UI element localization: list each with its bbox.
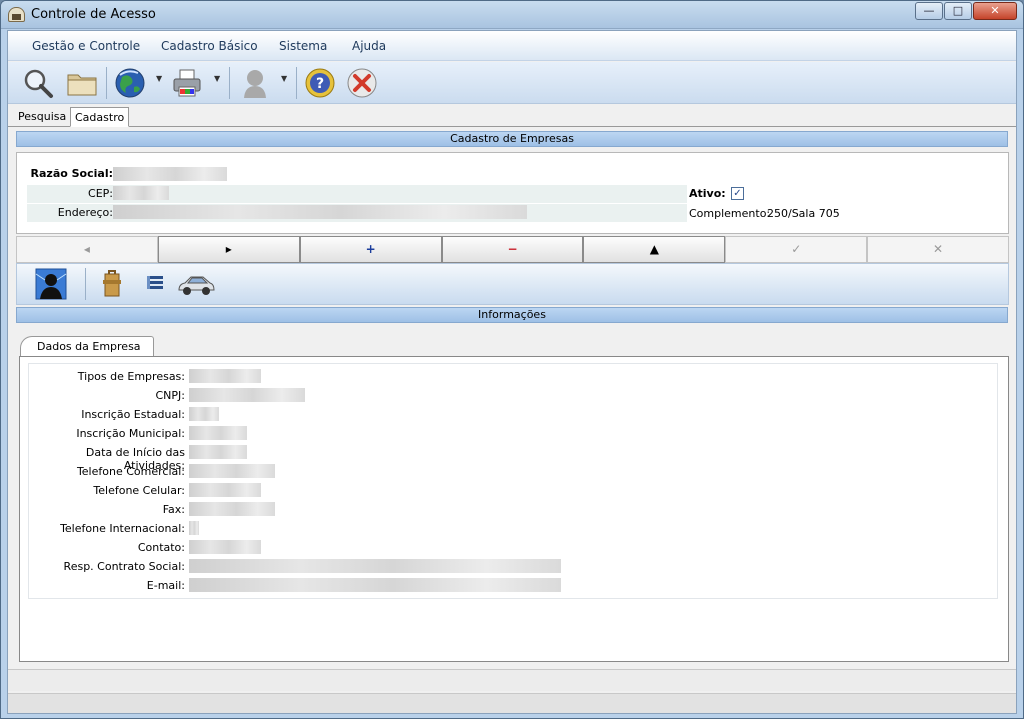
tab-cadastro[interactable]: Cadastro <box>70 107 130 127</box>
field-label-resp-contrato-social: Resp. Contrato Social: <box>63 560 185 573</box>
cadastro-header: Cadastro de Empresas <box>16 131 1008 147</box>
close-button[interactable]: ✕ <box>973 2 1017 20</box>
field-label-email: E-mail: <box>146 579 185 592</box>
cep-value-redacted[interactable] <box>113 186 169 200</box>
field-value-data-inicio-atividades[interactable] <box>189 445 247 459</box>
status-bar <box>8 669 1016 691</box>
field-value-inscricao-estadual[interactable] <box>189 407 219 421</box>
toolbar-separator <box>106 67 107 99</box>
field-label-inscricao-estadual: Inscrição Estadual: <box>81 408 185 421</box>
record-navigation: ◂ ▸ + − ▲ ✓ ✕ <box>16 236 1010 263</box>
field-value-telefone-internacional[interactable] <box>189 521 199 535</box>
field-value-cnpj[interactable] <box>189 388 305 402</box>
close-circle-icon[interactable] <box>346 67 378 99</box>
user-profile-icon[interactable] <box>35 268 67 300</box>
help-icon[interactable]: ? <box>304 67 336 99</box>
field-value-email[interactable] <box>189 578 561 592</box>
toolbar-separator <box>296 67 297 99</box>
user-silhouette-icon[interactable] <box>239 67 271 99</box>
complemento-label: Complemento: <box>689 207 771 220</box>
menu-sistema[interactable]: Sistema <box>279 39 327 53</box>
list-icon[interactable] <box>141 268 173 300</box>
globe-dropdown-arrow[interactable]: ▼ <box>156 74 162 83</box>
nav-previous-button[interactable]: ◂ <box>16 236 158 263</box>
informacoes-header: Informações <box>16 307 1008 323</box>
app-icon <box>8 7 25 22</box>
field-label-inscricao-municipal: Inscrição Municipal: <box>76 427 185 440</box>
printer-dropdown-arrow[interactable]: ▼ <box>214 74 220 83</box>
nav-add-button[interactable]: + <box>299 236 442 263</box>
field-value-inscricao-municipal[interactable] <box>189 426 247 440</box>
endereco-value-redacted[interactable] <box>113 205 527 219</box>
dados-empresa-panel: Tipos de Empresas: CNPJ: Inscrição Estad… <box>19 356 1009 662</box>
cep-label: CEP: <box>88 187 113 200</box>
window-title: Controle de Acesso <box>31 7 156 22</box>
field-value-contato[interactable] <box>189 540 261 554</box>
toolbar-separator <box>229 67 230 99</box>
cadastro-panel: Razão Social: CEP: Endereço: Ativo: ✓ Co… <box>16 152 1009 234</box>
window-controls: — □ ✕ <box>915 2 1017 20</box>
status-bar-secondary <box>8 693 1016 713</box>
menu-gestao-controle[interactable]: Gestão e Controle <box>32 39 140 53</box>
globe-icon[interactable] <box>114 67 146 99</box>
app-window: Controle de Acesso — □ ✕ Gestão e Contro… <box>0 0 1024 719</box>
nav-cancel-button[interactable]: ✕ <box>867 236 1010 263</box>
tab-dados-da-empresa[interactable]: Dados da Empresa <box>20 336 154 356</box>
search-icon[interactable] <box>22 67 54 99</box>
ativo-label: Ativo: <box>689 187 726 200</box>
razao-social-value-redacted[interactable] <box>113 167 227 181</box>
title-bar[interactable]: Controle de Acesso — □ ✕ <box>1 1 1023 29</box>
razao-social-label: Razão Social: <box>30 167 113 180</box>
toolbar-separator <box>85 268 86 300</box>
tab-pesquisa[interactable]: Pesquisa <box>14 107 70 127</box>
main-tabs: Pesquisa Cadastro <box>8 105 1016 127</box>
field-label-tipos-empresas: Tipos de Empresas: <box>77 370 185 383</box>
nav-confirm-button[interactable]: ✓ <box>725 236 868 263</box>
client-area: Gestão e Controle Cadastro Básico Sistem… <box>7 30 1017 714</box>
field-value-telefone-celular[interactable] <box>189 483 261 497</box>
car-icon[interactable] <box>177 268 215 300</box>
field-label-telefone-celular: Telefone Celular: <box>93 484 185 497</box>
menu-cadastro-basico[interactable]: Cadastro Básico <box>161 39 258 53</box>
maximize-button[interactable]: □ <box>944 2 972 20</box>
field-value-telefone-comercial[interactable] <box>189 464 275 478</box>
minimize-button[interactable]: — <box>915 2 943 20</box>
main-toolbar: ▼ ▼ ▼ ? <box>8 62 1016 104</box>
user-dropdown-arrow[interactable]: ▼ <box>281 74 287 83</box>
field-label-telefone-internacional: Telefone Internacional: <box>60 522 185 535</box>
menu-bar: Gestão e Controle Cadastro Básico Sistem… <box>8 31 1016 61</box>
secondary-toolbar <box>16 263 1009 305</box>
folder-icon[interactable] <box>66 67 98 99</box>
nav-delete-button[interactable]: − <box>441 236 584 263</box>
field-value-resp-contrato-social[interactable] <box>189 559 561 573</box>
menu-ajuda[interactable]: Ajuda <box>352 39 386 53</box>
field-label-telefone-comercial: Telefone Comercial: <box>76 465 185 478</box>
field-label-cnpj: CNPJ: <box>155 389 186 402</box>
ativo-checkbox[interactable]: ✓ <box>731 187 744 200</box>
field-value-tipos-empresas[interactable] <box>189 369 261 383</box>
endereco-label: Endereço: <box>57 206 113 219</box>
nav-next-button[interactable]: ▸ <box>157 236 300 263</box>
informacoes-tabs: Dados da Empresa Tipos de Empresas: CNPJ… <box>16 326 1009 662</box>
svg-text:?: ? <box>316 76 324 92</box>
briefcase-icon[interactable] <box>97 268 129 300</box>
field-label-fax: Fax: <box>162 503 185 516</box>
nav-edit-button[interactable]: ▲ <box>583 236 726 263</box>
field-value-fax[interactable] <box>189 502 275 516</box>
dados-empresa-fields: Tipos de Empresas: CNPJ: Inscrição Estad… <box>28 363 998 599</box>
printer-icon[interactable] <box>171 67 203 99</box>
field-label-contato: Contato: <box>137 541 185 554</box>
complemento-value: 250/Sala 705 <box>767 207 840 220</box>
